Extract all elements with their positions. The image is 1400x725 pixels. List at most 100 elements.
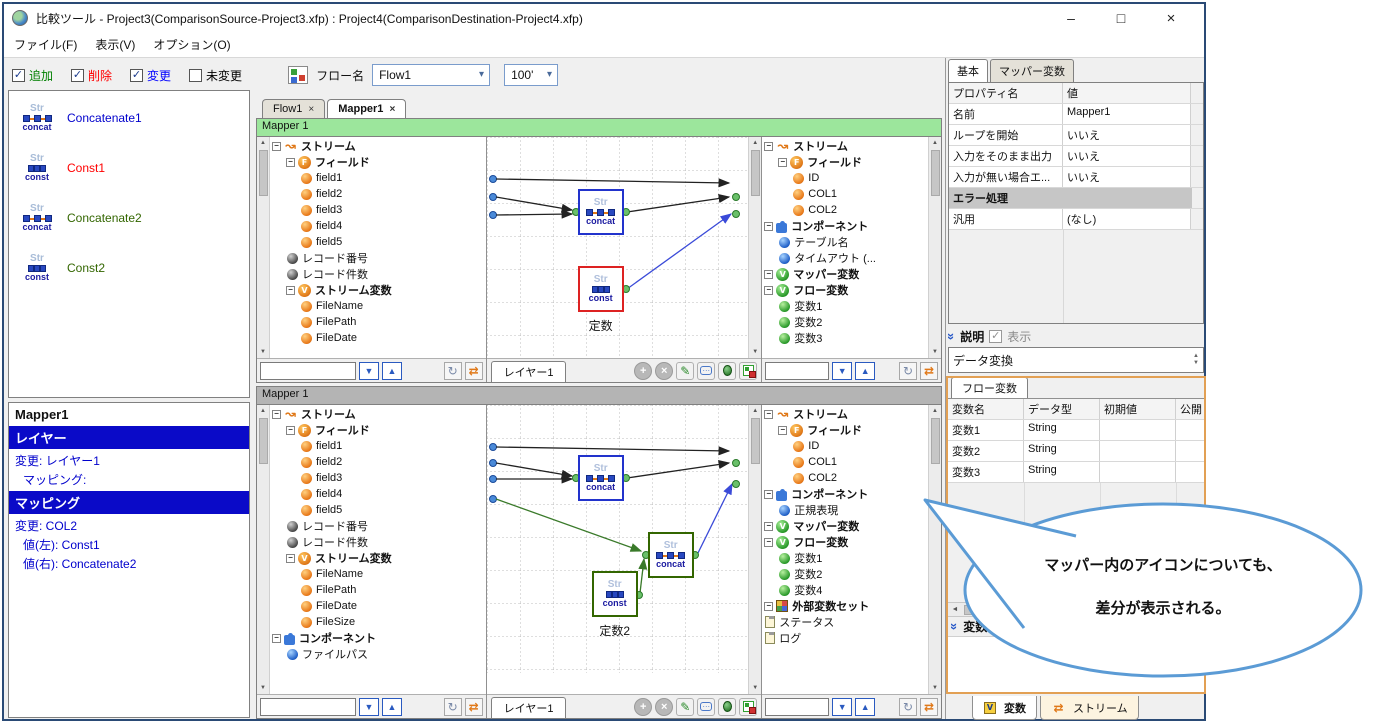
edit-button[interactable]	[676, 362, 694, 380]
tree-expander-icon[interactable]	[272, 634, 281, 643]
tree-item[interactable]: フィールド	[762, 154, 928, 170]
refresh-icon[interactable]	[444, 362, 462, 380]
tree-expander-icon[interactable]	[272, 410, 281, 419]
tree-item[interactable]: ストリーム	[270, 138, 486, 154]
tree-item[interactable]: 変数1	[762, 298, 928, 314]
mapping-canvas[interactable]: Str concat Str concat Str const	[487, 405, 762, 694]
tree-expander-icon[interactable]	[764, 410, 773, 419]
tree-item[interactable]: FileName	[270, 298, 486, 314]
refresh-icon[interactable]	[899, 698, 917, 716]
tree-expander-icon[interactable]	[778, 158, 787, 167]
tree-item[interactable]: field2	[270, 454, 486, 470]
concat2-node[interactable]: Str concat	[648, 532, 694, 578]
tree-item[interactable]: ファイルパス	[270, 646, 486, 662]
search-next-button[interactable]	[832, 698, 852, 716]
search-prev-button[interactable]	[855, 362, 875, 380]
flow-variable-row[interactable]: 変数1 String	[948, 420, 1204, 441]
description-box[interactable]: データ変換	[948, 347, 1204, 373]
reload-schema-icon[interactable]	[465, 362, 483, 380]
layer-tab[interactable]: レイヤー1	[491, 697, 567, 718]
debug-button[interactable]	[718, 698, 736, 716]
tree-item[interactable]: マッパー変数	[762, 266, 928, 282]
property-row[interactable]: ループを開始 いいえ	[949, 125, 1203, 146]
tree-item[interactable]: FileSize	[270, 614, 486, 630]
canvas-scrollbar[interactable]	[748, 137, 761, 358]
diff-list-item[interactable]: Str const Const1	[9, 143, 249, 193]
tree-expander-icon[interactable]	[286, 554, 295, 563]
editor-tab[interactable]: Mapper1 ×	[327, 99, 406, 118]
search-prev-button[interactable]	[382, 362, 402, 380]
bottom-tab[interactable]: ストリーム	[1040, 696, 1139, 720]
tab-close-icon[interactable]: ×	[308, 104, 314, 115]
tree-item[interactable]: field5	[270, 502, 486, 518]
tree-item[interactable]: COL1	[762, 186, 928, 202]
search-prev-button[interactable]	[382, 698, 402, 716]
show-checkbox[interactable]	[989, 330, 1002, 343]
comment-button[interactable]	[697, 698, 715, 716]
tree-item[interactable]: レコード件数	[270, 266, 486, 282]
flow-variable-row[interactable]: 変数2 String	[948, 441, 1204, 462]
tree-item[interactable]: field3	[270, 202, 486, 218]
tab-close-icon[interactable]: ×	[389, 104, 395, 115]
tree-item[interactable]: コンポーネント	[762, 218, 928, 234]
auto-layout-button[interactable]	[739, 698, 757, 716]
chevron-down-icon[interactable]	[945, 332, 958, 339]
tree-expander-icon[interactable]	[272, 142, 281, 151]
tree-item[interactable]: ストリーム変数	[270, 282, 486, 298]
auto-layout-button[interactable]	[739, 362, 757, 380]
refresh-icon[interactable]	[444, 698, 462, 716]
reload-schema-icon[interactable]	[920, 362, 938, 380]
flow-select[interactable]: Flow1	[372, 64, 490, 86]
diff-list-item[interactable]: Str concat Concatenate2	[9, 193, 249, 243]
tree-expander-icon[interactable]	[764, 490, 773, 499]
const-node[interactable]: Str const	[578, 266, 624, 312]
tree-expander-icon[interactable]	[764, 522, 773, 531]
tree-item[interactable]: レコード件数	[270, 534, 486, 550]
tree-item[interactable]: ID	[762, 438, 928, 454]
tree-search-input[interactable]	[260, 698, 356, 716]
tree-item[interactable]: フロー変数	[762, 282, 928, 298]
diff-list-item[interactable]: Str const Const2	[9, 243, 249, 293]
const-node[interactable]: Str const	[592, 571, 638, 617]
scrollbar[interactable]	[928, 137, 941, 358]
tree-item[interactable]: field5	[270, 234, 486, 250]
add-layer-button[interactable]	[634, 362, 652, 380]
tree-item[interactable]: field1	[270, 438, 486, 454]
tree-search-input[interactable]	[260, 362, 356, 380]
tree-expander-icon[interactable]	[764, 602, 773, 611]
tree-item[interactable]: field3	[270, 470, 486, 486]
debug-button[interactable]	[718, 362, 736, 380]
menu-item[interactable]: ファイル(F)	[14, 36, 77, 53]
reload-schema-icon[interactable]	[920, 698, 938, 716]
scrollbar[interactable]	[257, 137, 270, 358]
zoom-select[interactable]: 100'	[504, 64, 558, 86]
layer-tab[interactable]: レイヤー1	[491, 361, 567, 382]
tree-item[interactable]: フィールド	[270, 154, 486, 170]
diff-filter-checkbox[interactable]: 追加	[12, 67, 53, 84]
tree-item[interactable]: ストリーム	[762, 138, 928, 154]
property-value[interactable]: (なし)	[1063, 209, 1191, 229]
diff-filter-checkbox[interactable]: 変更	[130, 67, 171, 84]
tree-item[interactable]: COL1	[762, 454, 928, 470]
maximize-button[interactable]: □	[1098, 4, 1144, 32]
bottom-tab[interactable]: 変数	[972, 696, 1037, 720]
tree-expander-icon[interactable]	[286, 158, 295, 167]
editor-tab[interactable]: Flow1 ×	[262, 99, 325, 118]
remove-layer-button[interactable]	[655, 362, 673, 380]
tree-expander-icon[interactable]	[764, 270, 773, 279]
tree-search-input[interactable]	[765, 698, 829, 716]
search-next-button[interactable]	[359, 362, 379, 380]
tree-item[interactable]: ストリーム	[270, 406, 486, 422]
concat-node[interactable]: Str concat	[578, 455, 624, 501]
tree-item[interactable]: レコード番号	[270, 250, 486, 266]
property-value[interactable]: Mapper1	[1063, 104, 1191, 124]
property-row[interactable]: 入力が無い場合エ... いいえ	[949, 167, 1203, 188]
tab-mapper-variables[interactable]: マッパー変数	[990, 59, 1074, 82]
tree-expander-icon[interactable]	[286, 426, 295, 435]
tree-item[interactable]: field1	[270, 170, 486, 186]
tree-item[interactable]: field4	[270, 218, 486, 234]
tree-item[interactable]: field4	[270, 486, 486, 502]
tree-expander-icon[interactable]	[764, 286, 773, 295]
menu-item[interactable]: 表示(V)	[95, 36, 135, 53]
menu-item[interactable]: オプション(O)	[153, 36, 230, 53]
